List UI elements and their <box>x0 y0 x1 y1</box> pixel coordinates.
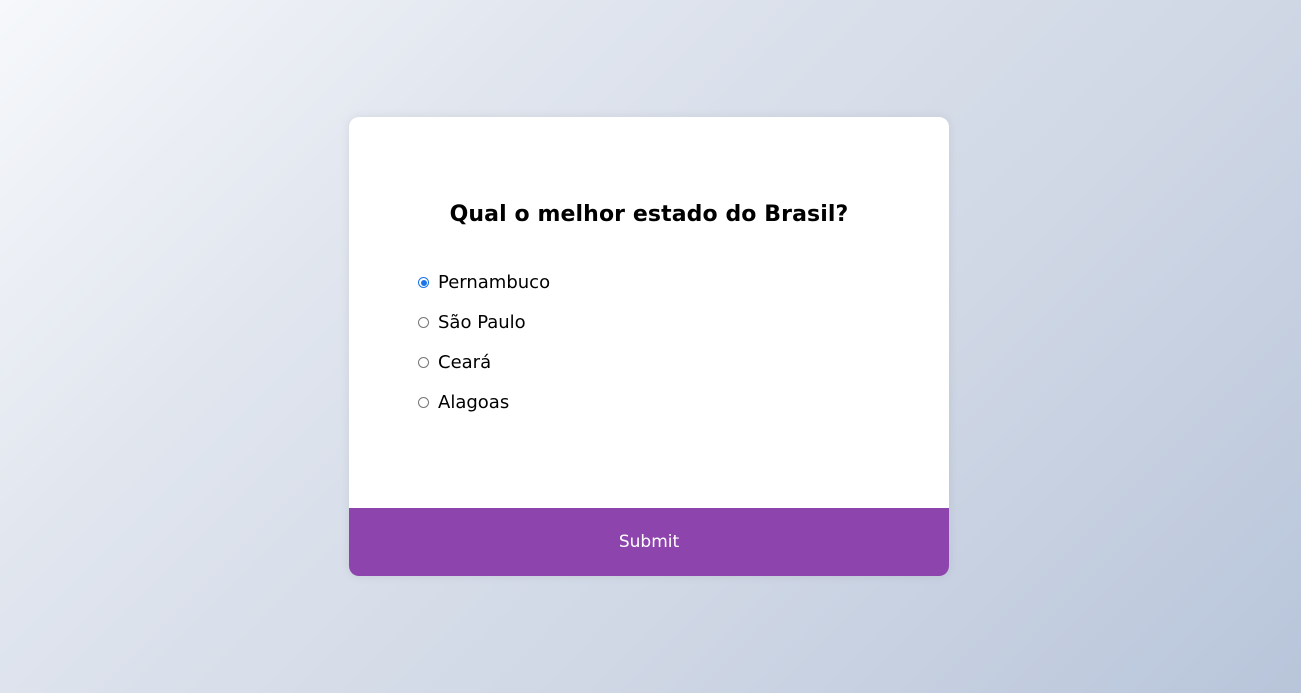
answer-option-alagoas[interactable]: Alagoas <box>417 380 550 425</box>
answer-label[interactable]: São Paulo <box>438 312 526 334</box>
radio-button[interactable] <box>418 397 429 408</box>
answer-option-ceara[interactable]: Ceará <box>417 340 550 385</box>
answer-label[interactable]: Alagoas <box>438 392 509 414</box>
answer-option-pernambuco[interactable]: Pernambuco <box>417 260 550 305</box>
quiz-body: Qual o melhor estado do Brasil? Pernambu… <box>349 117 949 508</box>
answer-label[interactable]: Ceará <box>438 352 491 374</box>
question-title: Qual o melhor estado do Brasil? <box>449 202 849 227</box>
radio-button[interactable] <box>418 317 429 328</box>
submit-button[interactable]: Submit <box>349 508 949 576</box>
radio-button[interactable] <box>418 357 429 368</box>
radio-button[interactable] <box>418 277 429 288</box>
answer-list: Pernambuco São Paulo Ceará Alagoas <box>417 265 550 425</box>
quiz-card: Qual o melhor estado do Brasil? Pernambu… <box>349 117 949 576</box>
answer-option-sao-paulo[interactable]: São Paulo <box>417 300 550 345</box>
answer-label[interactable]: Pernambuco <box>438 272 550 294</box>
